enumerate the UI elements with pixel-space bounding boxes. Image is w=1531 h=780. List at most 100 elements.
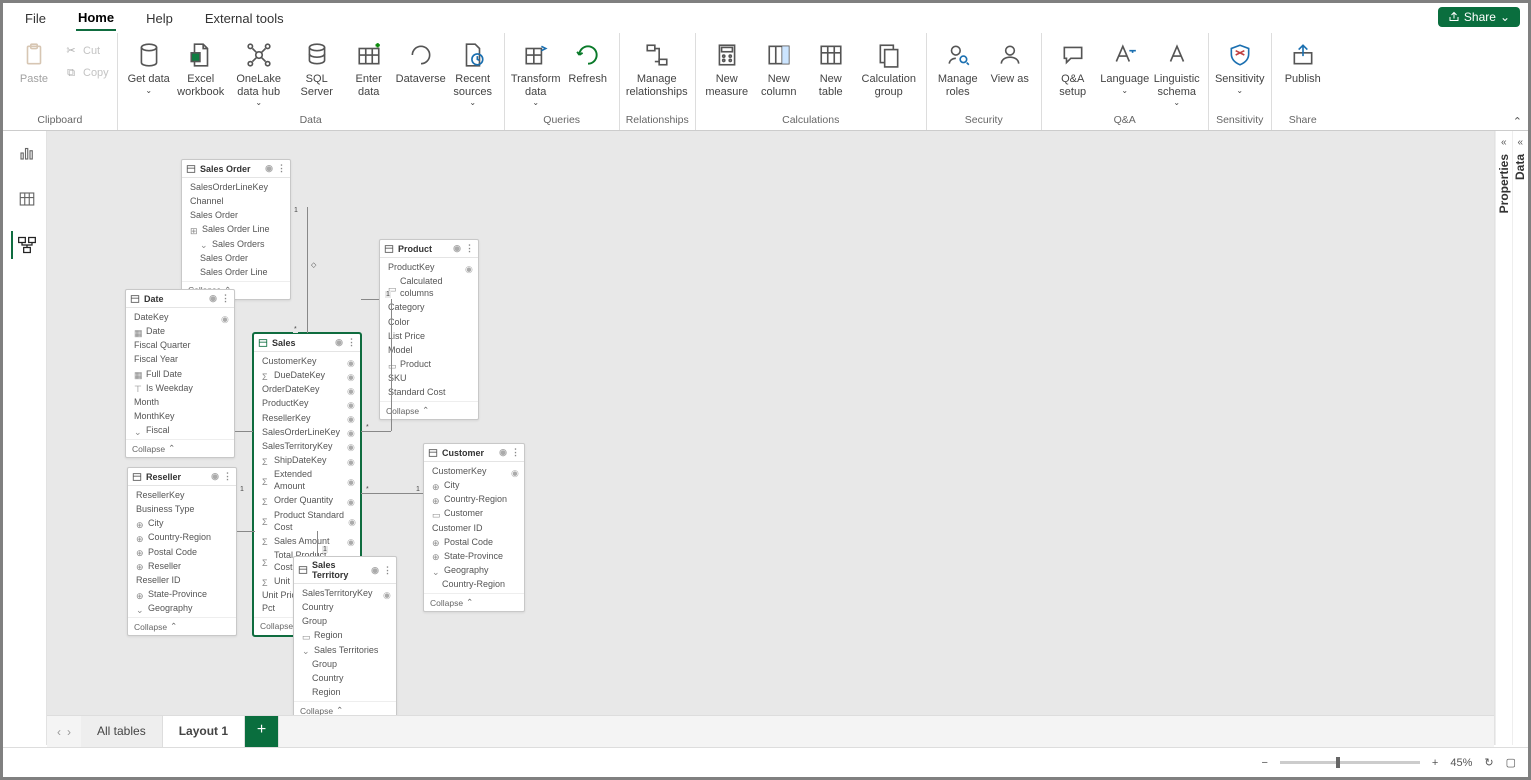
relationship-line[interactable] [391,299,392,431]
table-row[interactable]: Business Type [128,502,236,516]
menu-home[interactable]: Home [76,6,116,31]
qna-setup-button[interactable]: Q&A setup [1048,37,1098,100]
table-row[interactable]: CustomerKey◉ [254,354,360,368]
collapse-link[interactable]: Collapse ⌃ [294,701,396,715]
table-row[interactable]: ΣOrder Quantity◉ [254,493,360,507]
table-row[interactable]: ⌄Geography [424,563,524,577]
relationship-line[interactable] [317,531,318,556]
hidden-icon[interactable]: ◉ [347,413,356,422]
zoom-percent[interactable]: 45% [1450,757,1472,769]
table-row[interactable]: Group [294,657,396,671]
table-row[interactable]: ResellerKey◉ [254,411,360,425]
onelake-data-hub-button[interactable]: OneLake data hub⌄ [228,37,290,109]
hidden-icon[interactable]: ◉ [347,427,356,436]
zoom-slider[interactable] [1280,761,1420,764]
hidden-icon[interactable]: ◉ [347,399,356,408]
get-data-button[interactable]: Get data⌄ [124,37,174,97]
manage-roles-button[interactable]: Manage roles [933,37,983,100]
visibility-icon[interactable]: ◉ [499,447,507,458]
hidden-icon[interactable]: ◉ [383,589,392,598]
recent-sources-button[interactable]: Recent sources⌄ [448,37,498,109]
table-row[interactable]: ▭Calculated columns [380,274,478,300]
table-row[interactable]: Country [294,671,396,685]
table-row[interactable]: Customer ID [424,521,524,535]
table-row[interactable]: ⊕Country-Region [424,492,524,506]
properties-pane-toggle[interactable]: «Properties [1495,131,1512,745]
visibility-icon[interactable]: ◉ [335,337,343,348]
table-row[interactable]: ProductKey◉ [254,396,360,410]
report-view-button[interactable] [11,139,39,167]
relationship-line[interactable] [237,531,255,532]
table-row[interactable]: List Price [380,329,478,343]
table-customer[interactable]: Customer◉⋮ CustomerKey◉ ⊕City ⊕Country-R… [423,443,525,612]
table-product[interactable]: Product◉⋮ ProductKey◉ ▭Calculated column… [379,239,479,420]
enter-data-button[interactable]: Enter data [344,37,394,100]
new-column-button[interactable]: New column [754,37,804,100]
table-row[interactable]: ΣDueDateKey◉ [254,368,360,382]
visibility-icon[interactable]: ◉ [211,471,219,482]
hidden-icon[interactable]: ◉ [511,467,520,476]
table-row[interactable]: Model [380,343,478,357]
hidden-icon[interactable]: ◉ [347,476,356,485]
more-icon[interactable]: ⋮ [465,243,474,254]
more-icon[interactable]: ⋮ [223,471,232,482]
more-icon[interactable]: ⋮ [277,163,286,174]
hidden-icon[interactable]: ◉ [465,263,474,272]
table-row[interactable]: ⊕Postal Code [128,545,236,559]
tab-next-button[interactable]: › [67,725,71,739]
visibility-icon[interactable]: ◉ [453,243,461,254]
table-row[interactable]: ▭Product [380,357,478,371]
table-row[interactable]: SalesOrderLineKey◉ [254,425,360,439]
manage-relationships-button[interactable]: Manage relationships [626,37,688,100]
table-row[interactable]: ⌄Fiscal [126,423,234,437]
table-row[interactable]: Color [380,315,478,329]
fit-to-page-button[interactable]: ▢ [1506,756,1516,769]
hidden-icon[interactable]: ◉ [347,496,356,505]
refresh-status-icon[interactable]: ↻ [1484,756,1493,769]
relationship-line[interactable] [361,431,391,432]
table-row[interactable]: Region [294,685,396,699]
sql-server-button[interactable]: SQL Server [292,37,342,100]
table-row[interactable]: ⌄Sales Territories [294,643,396,657]
table-row[interactable]: SKU [380,371,478,385]
cut-button[interactable]: ✂Cut [61,41,111,61]
table-row[interactable]: CustomerKey◉ [424,464,524,478]
zoom-in-button[interactable]: + [1432,757,1438,769]
table-reseller[interactable]: Reseller◉⋮ ResellerKey Business Type ⊕Ci… [127,467,237,636]
more-icon[interactable]: ⋮ [383,565,392,576]
excel-workbook-button[interactable]: Excel workbook [176,37,226,100]
table-row[interactable]: ▦Date [126,324,234,338]
table-row[interactable]: DateKey◉ [126,310,234,324]
table-row[interactable]: ⌄Geography [128,601,236,615]
table-row[interactable]: Country [294,600,396,614]
paste-button[interactable]: Paste [9,37,59,88]
relationship-line[interactable] [307,207,308,333]
zoom-out-button[interactable]: − [1261,757,1267,769]
share-button[interactable]: Share ⌄ [1438,7,1520,27]
hidden-icon[interactable]: ◉ [347,441,356,450]
publish-button[interactable]: Publish [1278,37,1328,88]
hidden-icon[interactable]: ◉ [347,536,356,545]
collapse-link[interactable]: Collapse ⌃ [424,593,524,611]
hidden-icon[interactable]: ◉ [347,371,356,380]
visibility-icon[interactable]: ◉ [265,163,273,174]
tab-layout-1[interactable]: Layout 1 [163,716,245,747]
view-as-button[interactable]: View as [985,37,1035,88]
data-view-button[interactable] [11,185,39,213]
hidden-icon[interactable]: ◉ [347,456,356,465]
table-row[interactable]: Sales Order [182,208,290,222]
menu-help[interactable]: Help [144,7,175,30]
dataverse-button[interactable]: Dataverse [396,37,446,88]
table-row[interactable]: ΣShipDateKey◉ [254,453,360,467]
relationship-line[interactable] [361,299,379,300]
table-row[interactable]: Group [294,614,396,628]
table-row[interactable]: OrderDateKey◉ [254,382,360,396]
table-sales-order[interactable]: Sales Order◉⋮ SalesOrderLineKey Channel … [181,159,291,300]
more-icon[interactable]: ⋮ [511,447,520,458]
table-row[interactable]: ⊕State-Province [128,587,236,601]
copy-button[interactable]: ⧉Copy [61,63,111,83]
table-row[interactable]: Month [126,395,234,409]
table-row[interactable]: Fiscal Year [126,352,234,366]
table-row[interactable]: ▦Full Date [126,367,234,381]
refresh-button[interactable]: Refresh [563,37,613,88]
